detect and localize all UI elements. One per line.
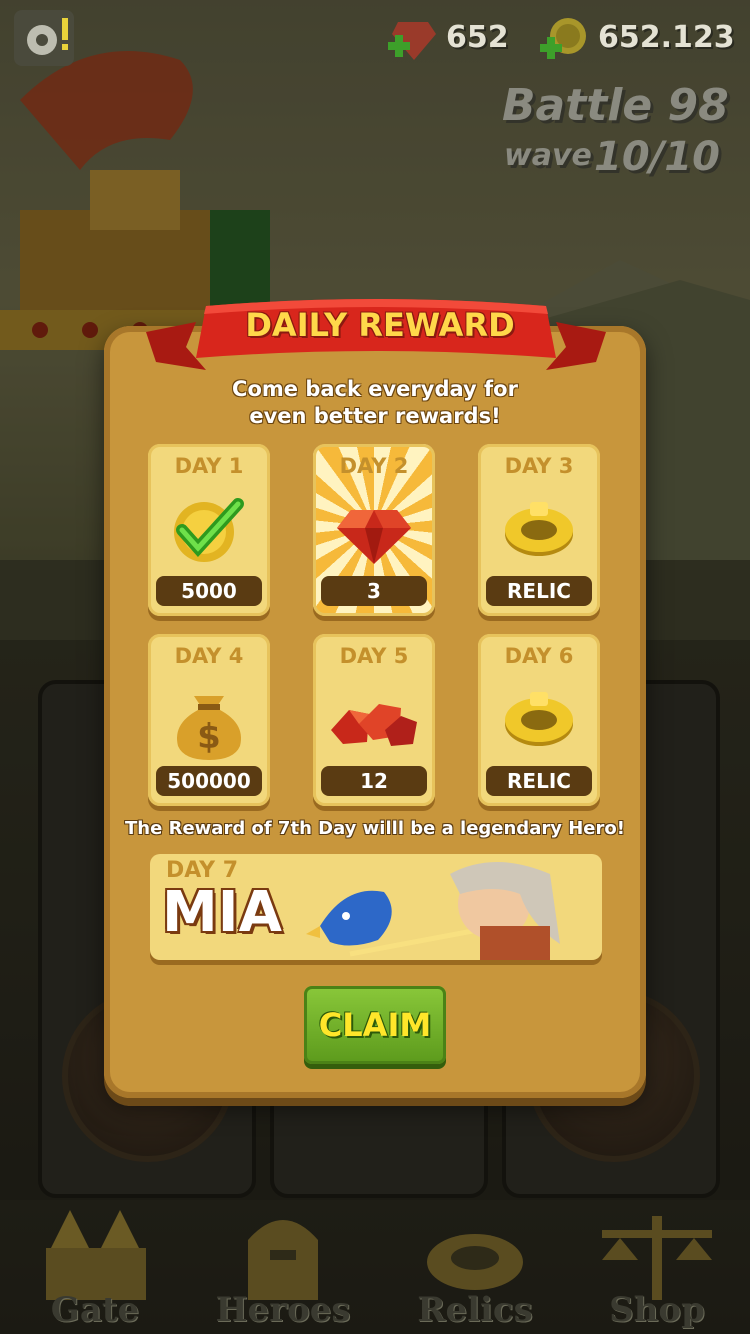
nav-label: Relics [417, 1290, 533, 1330]
coin-plus-icon [540, 18, 586, 59]
day-label: DAY 1 [174, 454, 244, 478]
castle-gate-icon [46, 1210, 146, 1300]
wave-value: 10/10 [594, 134, 720, 180]
battle-number: Battle 98 [502, 80, 729, 131]
buy-gems-button[interactable] [384, 14, 440, 64]
hero-name: MIA [162, 880, 282, 945]
day-label: DAY 3 [504, 454, 574, 478]
buy-gold-button[interactable] [536, 14, 592, 66]
relic-ring-icon [505, 502, 573, 556]
reward-value: RELIC [486, 766, 592, 796]
relic-ring-icon [505, 692, 573, 746]
gem-plus-icon [388, 22, 436, 60]
reward-value: 5000 [156, 576, 262, 606]
money-bag-icon: $ [177, 696, 241, 760]
claim-label: CLAIM [318, 1006, 432, 1044]
nav-label: Shop [609, 1290, 705, 1330]
gem-count: 652 [446, 20, 509, 55]
claim-button[interactable]: CLAIM [304, 986, 446, 1064]
reward-card-day-4[interactable]: DAY 4 $ 500000 [148, 634, 270, 806]
day-label: DAY 4 [174, 644, 244, 668]
reward-value: 12 [321, 766, 427, 796]
nav-relics[interactable]: Relics [390, 1200, 560, 1334]
reward-card-day-3[interactable]: DAY 3 RELIC [478, 444, 600, 616]
modal-title: DAILY REWARD [245, 306, 515, 344]
reward-card-day-1[interactable]: DAY 1 5000 [148, 444, 270, 616]
svg-text:$: $ [197, 717, 221, 757]
subtitle-line-1: Come back everyday for [232, 377, 518, 401]
subtitle-line-2: even better rewards! [249, 404, 501, 428]
reward-card-day-7[interactable]: DAY 7 MIA [150, 854, 602, 960]
modal-subtitle: Come back everyday for even better rewar… [180, 376, 570, 430]
reward-card-day-5[interactable]: DAY 5 12 [313, 634, 435, 806]
gem-icon [337, 510, 411, 564]
nav-heroes[interactable]: Heroes [198, 1200, 368, 1334]
nav-gate[interactable]: Gate [10, 1200, 180, 1334]
settings-button[interactable] [14, 10, 74, 66]
nav-label: Gate [50, 1290, 140, 1330]
gem-pile-icon [331, 704, 417, 746]
day-label: DAY 5 [339, 644, 409, 668]
reward-value: 500000 [156, 766, 262, 796]
reward-card-day-6[interactable]: DAY 6 RELIC [478, 634, 600, 806]
wave-label: wave [504, 138, 592, 173]
nav-label: Heroes [215, 1290, 351, 1330]
reward-card-day-2[interactable]: DAY 2 3 [313, 444, 435, 616]
gold-count: 652.123 [598, 20, 735, 55]
helmet-icon [248, 1220, 318, 1300]
nav-shop[interactable]: Shop [572, 1200, 742, 1334]
reward-value: RELIC [486, 576, 592, 606]
gear-icon [27, 18, 68, 55]
relic-icon [427, 1234, 523, 1290]
scales-icon [602, 1216, 712, 1300]
day-label: DAY 6 [504, 644, 574, 668]
day-label: DAY 2 [339, 454, 409, 478]
reward-value: 3 [321, 576, 427, 606]
coin-checked-icon [174, 498, 244, 562]
legendary-hero-note: The Reward of 7th Day willl be a legenda… [125, 818, 625, 839]
